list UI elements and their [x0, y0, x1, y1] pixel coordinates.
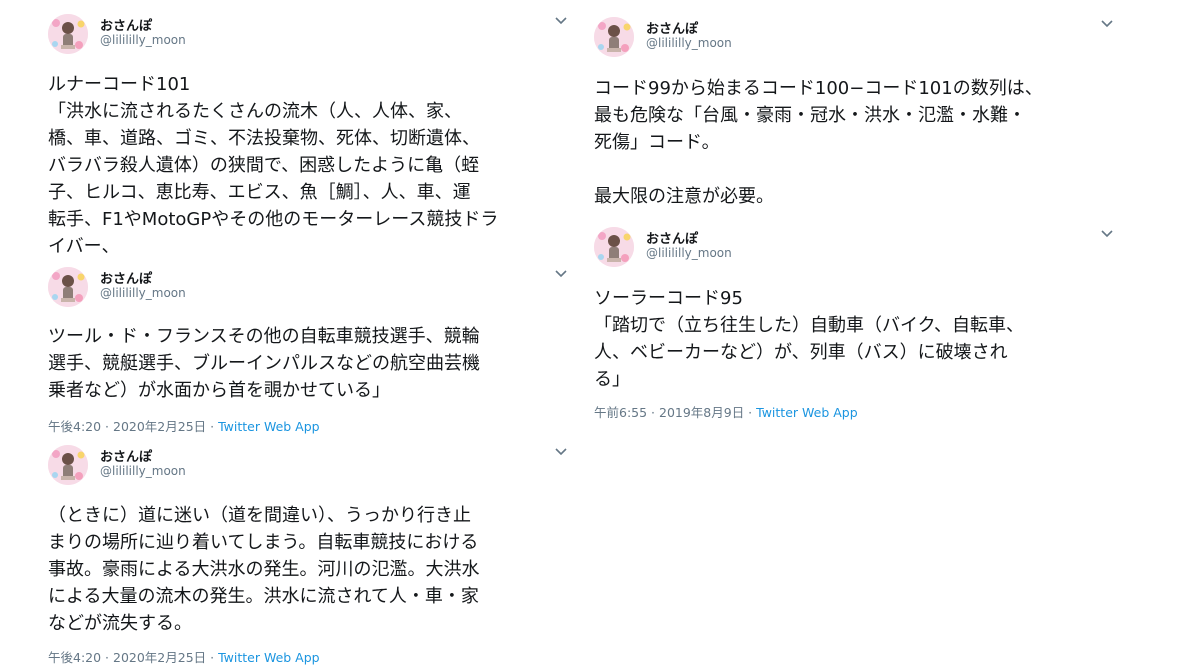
author-name[interactable]: おさんぽ [100, 15, 152, 34]
tweet-meta: 午後4:20 · 2020年2月25日 · Twitter Web App [48, 649, 568, 667]
author-handle[interactable]: @lilililly_moon [646, 246, 732, 260]
chevron-down-icon[interactable] [554, 447, 568, 457]
tweet-text: （ときに）道に迷い（道を間違い）、うっかり行き止 まりの場所に辿り着いてしまう。… [48, 505, 480, 634]
tweet-header: おさんぽ @lilililly_moon [48, 267, 568, 311]
author-name[interactable]: おさんぽ [100, 446, 152, 465]
tweet-header: おさんぽ @lilililly_moon [594, 17, 1114, 61]
author-name[interactable]: おさんぽ [646, 18, 698, 37]
tweet-text: コード99から始まるコード100−コード101の数列は、 最も危険な「台風・豪雨… [594, 78, 1043, 207]
avatar-image [594, 227, 634, 267]
author-name[interactable]: おさんぽ [646, 228, 698, 247]
avatar[interactable] [48, 14, 88, 54]
avatar[interactable] [594, 17, 634, 57]
author-handle[interactable]: @lilililly_moon [100, 33, 186, 47]
avatar[interactable] [594, 227, 634, 267]
tweet-text: ルナーコード101 「洪水に流されるたくさんの流木（人、人体、家、 橋、車、道路… [48, 74, 499, 257]
source-link[interactable]: Twitter Web App [218, 419, 320, 434]
author-handle[interactable]: @lilililly_moon [646, 36, 732, 50]
chevron-down-icon[interactable] [554, 16, 568, 26]
tweet-5[interactable]: おさんぽ @lilililly_moon ソーラーコード95 「踏切で（立ち往生… [594, 227, 1114, 422]
source-link[interactable]: Twitter Web App [218, 650, 320, 665]
author-handle[interactable]: @lilililly_moon [100, 286, 186, 300]
avatar[interactable] [48, 267, 88, 307]
tweet-header: おさんぽ @lilililly_moon [48, 445, 568, 489]
chevron-down-icon[interactable] [1100, 19, 1114, 29]
avatar-image [48, 445, 88, 485]
timestamp[interactable]: 午後4:20 · 2020年2月25日 · [48, 650, 218, 665]
tweet-1[interactable]: おさんぽ @lilililly_moon ルナーコード101 「洪水に流されるた… [48, 14, 568, 260]
tweet-text: ソーラーコード95 「踏切で（立ち往生した）自動車（バイク、自転車、 人、ベビー… [594, 288, 1025, 390]
avatar-image [48, 14, 88, 54]
chevron-down-icon[interactable] [1100, 229, 1114, 239]
tweet-meta: 午後4:20 · 2020年2月25日 · Twitter Web App [48, 418, 568, 436]
tweet-4[interactable]: おさんぽ @lilililly_moon コード99から始まるコード100−コー… [594, 17, 1114, 210]
tweet-meta: 午前6:55 · 2019年8月9日 · Twitter Web App [594, 404, 1114, 422]
tweet-3[interactable]: おさんぽ @lilililly_moon （ときに）道に迷い（道を間違い）、うっ… [48, 445, 568, 667]
timestamp[interactable]: 午前6:55 · 2019年8月9日 · [594, 405, 756, 420]
tweet-header: おさんぽ @lilililly_moon [48, 14, 568, 58]
author-handle[interactable]: @lilililly_moon [100, 464, 186, 478]
avatar[interactable] [48, 445, 88, 485]
tweet-2[interactable]: おさんぽ @lilililly_moon ツール・ド・フランスその他の自転車競技… [48, 267, 568, 436]
tweet-header: おさんぽ @lilililly_moon [594, 227, 1114, 271]
timestamp[interactable]: 午後4:20 · 2020年2月25日 · [48, 419, 218, 434]
author-name[interactable]: おさんぽ [100, 268, 152, 287]
chevron-down-icon[interactable] [554, 269, 568, 279]
tweet-text: ツール・ド・フランスその他の自転車競技選手、競輪 選手、競艇選手、ブルーインパル… [48, 326, 480, 401]
avatar-image [48, 267, 88, 307]
source-link[interactable]: Twitter Web App [756, 405, 858, 420]
avatar-image [594, 17, 634, 57]
